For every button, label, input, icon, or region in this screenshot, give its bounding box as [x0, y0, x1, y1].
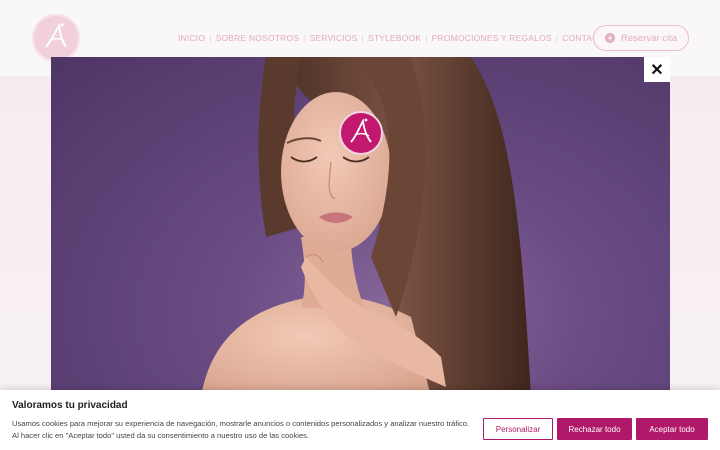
- photo-watermark-logo-icon: [339, 111, 383, 155]
- cookie-banner: Valoramos tu privacidad Usamos cookies p…: [0, 390, 720, 450]
- close-icon: ✕: [650, 61, 664, 79]
- cookie-title: Valoramos tu privacidad: [12, 400, 128, 411]
- reject-all-button[interactable]: Rechazar todo: [557, 418, 632, 440]
- cookie-description: Usamos cookies para mejorar su experienc…: [12, 419, 470, 440]
- customize-button[interactable]: Personalizar: [483, 418, 553, 440]
- accept-all-button[interactable]: Aceptar todo: [636, 418, 708, 440]
- lightbox-image: [51, 57, 670, 397]
- woman-portrait-photo: [201, 57, 531, 397]
- lightbox-close-button[interactable]: ✕: [644, 57, 670, 82]
